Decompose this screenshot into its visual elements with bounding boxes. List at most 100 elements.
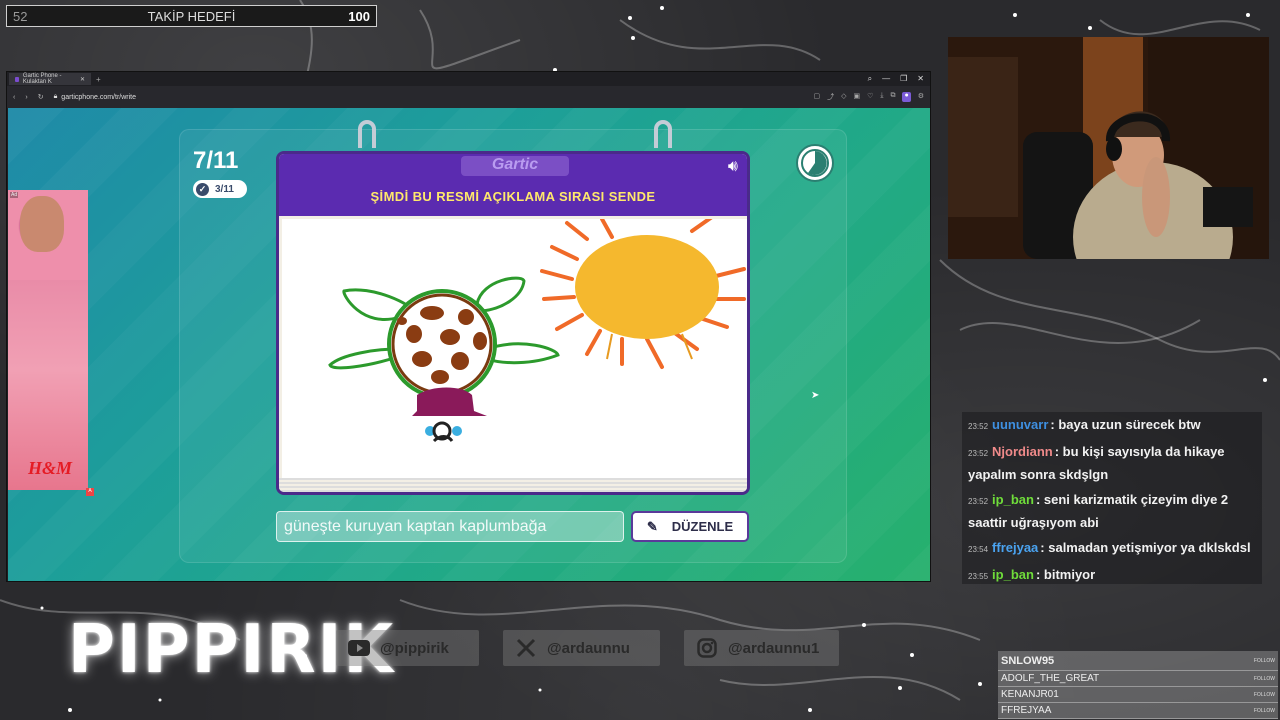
chat-user[interactable]: ip_ban bbox=[992, 492, 1034, 507]
page-viewport: Ad H&M A 7/11 ✓ 3/11 Gartic 🔊︎ ŞİMDİ BU bbox=[8, 108, 930, 581]
follower-goal-bar: 52 TAKİP HEDEFİ 100 bbox=[6, 5, 377, 27]
gartic-logo: Gartic bbox=[461, 156, 569, 176]
tab-title: Gartic Phone - Kulaktan K bbox=[22, 73, 62, 85]
follower-row: KENANJR01 FOLLOW bbox=[998, 687, 1278, 703]
chat-message: 23:52 uunuvarr: baya uzun sürecek btw bbox=[968, 417, 1201, 432]
timer-icon bbox=[796, 144, 834, 182]
share-icon[interactable]: ⤴ bbox=[827, 92, 834, 102]
ad-banner[interactable]: Ad H&M A bbox=[8, 190, 94, 496]
chat-text: salmadan yetişmiyor ya dklskdsl bbox=[1048, 540, 1251, 555]
youtube-icon bbox=[348, 637, 370, 659]
chat-user[interactable]: Njordiann bbox=[992, 444, 1053, 459]
chat-time: 23:55 bbox=[968, 572, 989, 581]
x-handle: @ardaunnu bbox=[547, 639, 630, 657]
ad-model bbox=[20, 196, 64, 252]
forward-icon[interactable]: › bbox=[25, 94, 27, 101]
follower-name: KENANJR01 bbox=[1001, 689, 1059, 700]
check-icon: ✓ bbox=[196, 182, 209, 196]
download-icon[interactable]: ⤓ bbox=[880, 92, 883, 102]
binder-ring-left bbox=[358, 120, 376, 148]
recent-followers: SNLOW95 FOLLOW ADOLF_THE_GREAT FOLLOW KE… bbox=[998, 651, 1278, 720]
follower-name: FFREJYAA bbox=[1001, 705, 1052, 716]
webcam-feed bbox=[948, 37, 1269, 259]
browser-window: Gartic Phone - Kulaktan K ✕ + ⌕ — ❐ ✕ ‹ … bbox=[6, 71, 931, 582]
edit-button-label: DÜZENLE bbox=[671, 519, 734, 534]
new-tab-icon[interactable]: + bbox=[96, 75, 101, 84]
x-icon bbox=[515, 637, 537, 659]
chat-time: 23:52 bbox=[968, 449, 989, 458]
prompt-text: ŞİMDİ BU RESMİ AÇIKLAMA SIRASI SENDE bbox=[370, 189, 656, 204]
address-bar: ‹ › ↻ 🔒︎ garticphone.com/tr/write ▢ ⤴ ◇ … bbox=[7, 86, 930, 108]
game-panel: 7/11 ✓ 3/11 Gartic 🔊︎ ŞİMDİ BU RESMİ AÇI… bbox=[179, 120, 847, 563]
completed-counter: ✓ 3/11 bbox=[193, 180, 247, 198]
chat-message: 23:55 ip_ban: bitmiyor bbox=[968, 567, 1096, 582]
card-page-edge bbox=[279, 478, 747, 492]
follower-name: ADOLF_THE_GREAT bbox=[1001, 673, 1100, 684]
goal-current: 52 bbox=[13, 8, 28, 24]
back-icon[interactable]: ‹ bbox=[13, 94, 15, 101]
round-counter: 7/11 bbox=[193, 147, 239, 174]
reload-icon[interactable]: ↻ bbox=[38, 93, 44, 101]
chat-text: baya uzun sürecek btw bbox=[1058, 417, 1201, 432]
chat-message: 23:52 Njordiann: bu kişi sayısıyla da hik… bbox=[968, 444, 1225, 482]
youtube-handle: @pippirik bbox=[380, 639, 449, 657]
chat-panel: 23:52 uunuvarr: baya uzun sürecek btw 23:… bbox=[962, 412, 1262, 584]
answer-text: güneşte kuruyan kaptan kaplumbağa bbox=[284, 517, 547, 535]
browser-tab[interactable]: Gartic Phone - Kulaktan K ✕ bbox=[9, 73, 91, 85]
page-icon[interactable]: ▢ bbox=[813, 92, 820, 102]
goal-target: 100 bbox=[348, 8, 370, 24]
chat-message: 23:52 ip_ban: seni karizmatik çizeyim diy… bbox=[968, 492, 1229, 530]
tab-bar: Gartic Phone - Kulaktan K ✕ + ⌕ — ❐ ✕ bbox=[7, 72, 930, 86]
goal-title: TAKİP HEDEFİ bbox=[147, 8, 236, 24]
chat-text: bitmiyor bbox=[1043, 567, 1096, 582]
close-tab-icon[interactable]: ✕ bbox=[80, 76, 85, 83]
drawing-canvas bbox=[282, 215, 747, 481]
social-x: @ardaunnu bbox=[503, 630, 660, 666]
social-instagram: @ardaunnu1 bbox=[684, 630, 839, 666]
chat-user[interactable]: ffrejyaa bbox=[992, 540, 1038, 555]
heart-icon[interactable]: ♡ bbox=[867, 92, 873, 102]
follower-row: SNLOW95 FOLLOW bbox=[998, 651, 1278, 671]
social-youtube: @pippirik bbox=[336, 630, 479, 666]
card-header: Gartic 🔊︎ ŞİMDİ BU RESMİ AÇIKLAMA SIRASI… bbox=[279, 154, 747, 216]
ad-choices-icon[interactable]: A bbox=[86, 488, 94, 496]
follow-label: FOLLOW bbox=[1253, 707, 1275, 714]
url-text: garticphone.com/tr/write bbox=[61, 93, 136, 101]
follower-name: SNLOW95 bbox=[1001, 654, 1055, 667]
follower-row: ADOLF_THE_GREAT FOLLOW bbox=[998, 671, 1278, 687]
chat-time: 23:52 bbox=[968, 497, 989, 506]
chat-message: 23:54 ffrejyaa: salmadan yetişmiyor ya dk… bbox=[968, 540, 1251, 555]
follow-label: FOLLOW bbox=[1253, 691, 1275, 698]
chat-user[interactable]: uunuvarr bbox=[992, 417, 1048, 432]
url-field[interactable]: 🔒︎ garticphone.com/tr/write bbox=[54, 93, 136, 101]
edit-button[interactable]: ✎ DÜZENLE bbox=[631, 511, 749, 542]
sound-icon[interactable]: 🔊︎ bbox=[728, 158, 738, 176]
search-tabs-icon[interactable]: ⌕ bbox=[868, 74, 872, 84]
ad-label: Ad bbox=[10, 192, 19, 198]
close-window-icon[interactable]: ✕ bbox=[917, 74, 924, 84]
answer-input[interactable]: güneşte kuruyan kaptan kaplumbağa bbox=[276, 511, 624, 542]
ad-brand-logo: H&M bbox=[28, 458, 73, 478]
wallet-icon[interactable]: ▣ bbox=[853, 92, 860, 102]
settings-icon[interactable]: ⚙ bbox=[918, 92, 924, 102]
shield-icon[interactable]: ◇ bbox=[841, 92, 846, 102]
instagram-icon bbox=[696, 637, 718, 659]
lock-icon: 🔒︎ bbox=[53, 93, 58, 100]
instagram-handle: @ardaunnu1 bbox=[728, 639, 820, 657]
profile-icon[interactable]: ● bbox=[902, 92, 911, 102]
chat-user[interactable]: ip_ban bbox=[992, 567, 1034, 582]
extensions-bar: ▢ ⤴ ◇ ▣ ♡ ⤓ ⧉ ● ⚙ bbox=[813, 92, 924, 102]
pencil-icon: ✎ bbox=[646, 518, 658, 534]
chat-time: 23:52 bbox=[968, 422, 989, 431]
chat-time: 23:54 bbox=[968, 545, 989, 554]
favicon-icon bbox=[15, 76, 19, 82]
extension-icon[interactable]: ⧉ bbox=[890, 92, 895, 102]
drawing-card: Gartic 🔊︎ ŞİMDİ BU RESMİ AÇIKLAMA SIRASI… bbox=[276, 151, 750, 495]
mouse-cursor: ➤ bbox=[811, 390, 820, 401]
minimize-icon[interactable]: — bbox=[882, 74, 890, 84]
maximize-icon[interactable]: ❐ bbox=[900, 74, 907, 84]
completed-count: 3/11 bbox=[215, 183, 234, 195]
follow-label: FOLLOW bbox=[1253, 657, 1275, 664]
follow-label: FOLLOW bbox=[1253, 675, 1275, 682]
binder-ring-right bbox=[654, 120, 672, 148]
